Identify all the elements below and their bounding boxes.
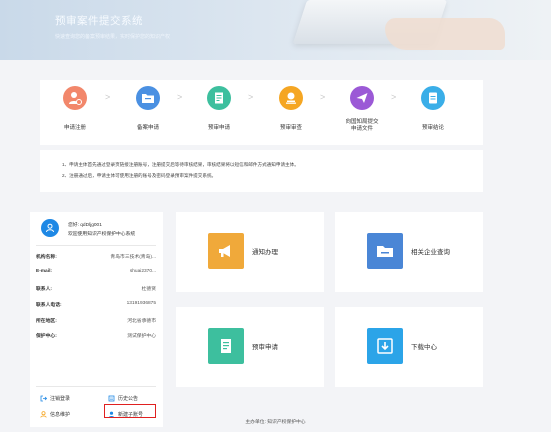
info-contact: 联系人: 杜德贤 <box>36 285 156 295</box>
history-notice-button[interactable]: 历史公告 <box>108 395 138 402</box>
user-greeting: 您好: qdDljg001 <box>68 223 102 228</box>
notice-icon <box>108 395 115 402</box>
info-value: 测试保护中心 <box>127 334 156 339</box>
tile-company-query[interactable]: 相关企业查询 <box>335 212 483 292</box>
info-value: 杜德贤 <box>141 287 156 292</box>
step-pre-exam-review[interactable]: 预审审查 <box>256 86 326 131</box>
info-region: 所在地区: 河北省承德市 <box>36 317 156 327</box>
stamp-icon <box>279 86 303 110</box>
divider <box>36 386 156 387</box>
step-register[interactable]: 申请注册 <box>40 86 110 131</box>
info-key: 联系人: <box>36 287 52 292</box>
download-icon <box>367 328 403 364</box>
info-key: 所在地区: <box>36 319 57 324</box>
tile-download-center[interactable]: 下载中心 <box>335 307 483 387</box>
welcome-text: 欢迎使用知识产权保护中心系统 <box>68 232 136 237</box>
tile-label: 下载中心 <box>411 344 437 351</box>
info-key: 保护中心: <box>36 334 57 339</box>
step-filing[interactable]: 备案申请 <box>113 86 183 131</box>
step-label: 预审结论 <box>421 125 444 131</box>
info-maintenance-button[interactable]: 信息维护 <box>40 411 70 418</box>
folder-search-icon <box>367 233 403 269</box>
tile-notice-handling[interactable]: 通知办理 <box>176 212 324 292</box>
header-banner: 预审案件提交系统 快速查询您的备案预审结果，实时保护您的知识产权 <box>0 0 551 60</box>
step-arrow-icon: > <box>177 92 183 102</box>
instruction-line: 1、申请主体首先通过登录页链接注册账号，注册提交后等待审核结果，审核结果将以短信… <box>62 162 299 167</box>
app-subtitle: 快速查询您的备案预审结果，实时保护您的知识产权 <box>55 34 171 40</box>
step-label: 预审审查 <box>279 125 302 131</box>
info-email: E-mail: shuai2370... <box>36 269 156 279</box>
info-key: E-mail: <box>36 269 52 274</box>
info-key: 联系人电话: <box>36 303 62 308</box>
tile-label: 预审申请 <box>252 344 278 351</box>
step-submit-cnipa[interactable]: 向国知局提交申请文件 <box>327 86 397 132</box>
logout-icon <box>40 395 47 402</box>
tile-pre-exam-apply[interactable]: 预审申请 <box>176 307 324 387</box>
info-value: shuai2370... <box>129 269 156 274</box>
info-value: 13191936875 <box>126 301 156 306</box>
app-title: 预审案件提交系统 <box>55 15 143 27</box>
logout-label: 注销登录 <box>50 396 71 402</box>
history-notice-label: 历史公告 <box>118 396 139 402</box>
banner-hand-graphic <box>385 18 505 50</box>
user-edit-icon <box>40 411 47 418</box>
step-label: 申请注册 <box>63 125 86 131</box>
footer-text: 主办单位: 知识产权保护中心 <box>245 420 306 425</box>
user-register-icon <box>63 86 87 110</box>
info-maintenance-label: 信息维护 <box>50 412 71 418</box>
step-arrow-icon: > <box>391 92 397 102</box>
tile-label: 相关企业查询 <box>411 249 450 256</box>
step-label: 向国知局提交申请文件 <box>345 119 379 132</box>
step-label: 预审申请 <box>207 125 230 131</box>
avatar-icon <box>41 219 59 237</box>
step-conclusion[interactable]: 预审结论 <box>398 86 468 131</box>
step-arrow-icon: > <box>248 92 254 102</box>
highlight-box <box>104 404 156 418</box>
document-edit-icon <box>207 86 231 110</box>
info-center: 保护中心: 测试保护中心 <box>36 332 156 342</box>
instructions-card: 1、申请主体首先通过登录页链接注册账号，注册提交后等待审核结果，审核结果将以短信… <box>40 150 483 192</box>
step-arrow-icon: > <box>105 92 111 102</box>
user-info-panel: 您好: qdDljg001 欢迎使用知识产权保护中心系统 机构名称: 青岛市三技… <box>30 212 163 427</box>
step-pre-exam-apply[interactable]: 预审申请 <box>184 86 254 131</box>
info-org: 机构名称: 青岛市三技术(青岛)... <box>36 253 156 263</box>
divider <box>36 245 156 246</box>
info-value: 河北省承德市 <box>127 319 156 324</box>
document-icon <box>421 86 445 110</box>
info-value: 青岛市三技术(青岛)... <box>110 255 156 260</box>
instruction-line: 2、注册通过后，申请主体可使用注册的账号及密码登录预审案件提交系统。 <box>62 173 217 178</box>
tile-label: 通知办理 <box>252 249 278 256</box>
logout-button[interactable]: 注销登录 <box>40 395 70 402</box>
megaphone-icon <box>208 233 244 269</box>
info-phone: 联系人电话: 13191936875 <box>36 301 156 311</box>
folder-icon <box>136 86 160 110</box>
process-steps-card: 申请注册 > 备案申请 > 预审申请 > 预审审查 > 向国知局提交申请文件 >… <box>40 80 483 145</box>
step-arrow-icon: > <box>320 92 326 102</box>
send-plane-icon <box>350 86 374 110</box>
document-edit-icon <box>208 328 244 364</box>
info-key: 机构名称: <box>36 255 57 260</box>
step-label: 备案申请 <box>136 125 159 131</box>
